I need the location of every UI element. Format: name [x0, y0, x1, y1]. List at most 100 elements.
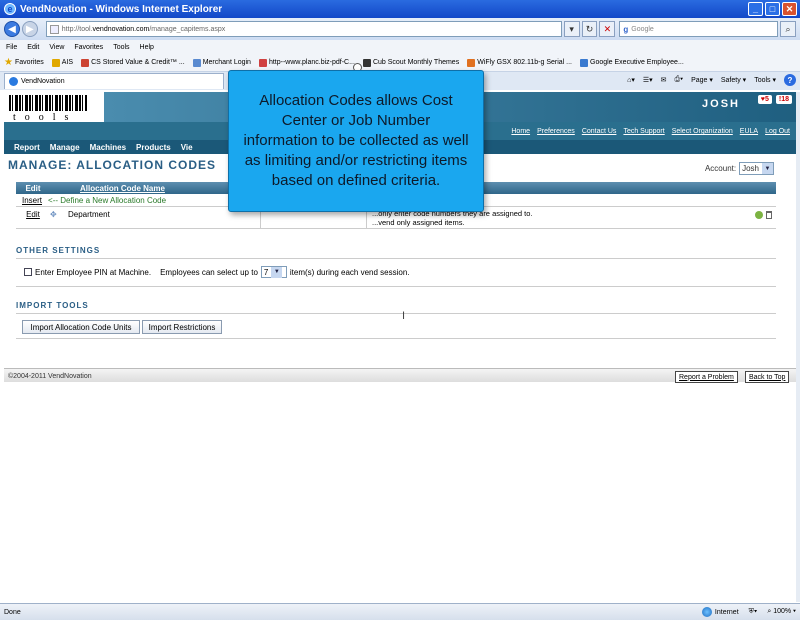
- tools-menu[interactable]: Tools ▾: [754, 76, 776, 84]
- account-selector: Account: Josh ▼: [705, 162, 774, 175]
- menu-help[interactable]: Help: [140, 44, 154, 51]
- menu-file[interactable]: File: [6, 44, 17, 51]
- reorder-icon[interactable]: ✥: [50, 210, 64, 219]
- url-dropdown-icon[interactable]: ▾: [563, 21, 580, 37]
- nav-manage[interactable]: Manage: [50, 143, 80, 152]
- favorite-link[interactable]: Merchant Login: [192, 58, 251, 67]
- browser-window: e VendNovation - Windows Internet Explor…: [0, 0, 800, 620]
- search-input[interactable]: g Google: [619, 21, 779, 37]
- link-tech-support[interactable]: Tech Support: [623, 128, 664, 135]
- address-bar: ◀ ▶ http://tool. vendnovation.com/manage_…: [0, 18, 800, 40]
- print-icon[interactable]: ⎙▾: [675, 76, 684, 84]
- nav-machines[interactable]: Machines: [90, 143, 126, 152]
- section-divider: [16, 258, 776, 259]
- favorite-link[interactable]: CS Stored Value & Credit™ ...: [81, 58, 185, 67]
- favorite-link[interactable]: Cub Scout Monthly Themes: [362, 58, 459, 67]
- report-problem-button[interactable]: Report a Problem: [675, 371, 738, 383]
- star-icon: ★: [4, 57, 13, 68]
- command-bar: ⌂▾ ☰▾ ✉ ⎙▾ Page ▾ Safety ▾ Tools ▾ ?: [627, 74, 796, 86]
- back-button[interactable]: ◀: [4, 21, 20, 37]
- tab-vendnovation[interactable]: VendNovation: [4, 73, 224, 89]
- nav-products[interactable]: Products: [136, 143, 171, 152]
- favorite-icon: [258, 58, 267, 67]
- column-allocation-code-name[interactable]: Allocation Code Name: [50, 184, 250, 193]
- forward-button[interactable]: ▶: [21, 21, 38, 37]
- favorites-button[interactable]: ★ Favorites: [4, 57, 44, 68]
- tutorial-callout: Allocation Codes allows Cost Center or J…: [228, 70, 484, 212]
- favorite-icon: [51, 58, 60, 67]
- alerts-badge[interactable]: !18: [775, 95, 792, 104]
- mail-icon[interactable]: ✉: [661, 76, 667, 84]
- edit-link[interactable]: Edit: [16, 210, 50, 219]
- menu-favorites[interactable]: Favorites: [74, 44, 103, 51]
- stop-icon[interactable]: ✕: [599, 21, 616, 37]
- insert-link[interactable]: Insert: [22, 196, 42, 205]
- menu-view[interactable]: View: [49, 44, 64, 51]
- hearts-badge[interactable]: ♥5: [757, 95, 772, 104]
- safety-menu[interactable]: Safety ▾: [721, 76, 746, 84]
- allocation-code-name: Department: [68, 210, 110, 219]
- back-to-top-button[interactable]: Back to Top: [745, 371, 790, 383]
- chevron-down-icon: ▼: [271, 266, 283, 278]
- import-allocation-code-units-button[interactable]: Import Allocation Code Units: [22, 320, 140, 334]
- home-icon[interactable]: ⌂▾: [627, 76, 635, 84]
- favorite-icon: [580, 58, 588, 67]
- pin-label: Enter Employee PIN at Machine.: [35, 267, 152, 277]
- column-edit: Edit: [25, 183, 41, 193]
- minimize-button[interactable]: _: [748, 2, 763, 16]
- select-suffix: item(s) during each vend session.: [289, 267, 410, 277]
- window-controls: _ □ ✕: [748, 2, 797, 16]
- link-eula[interactable]: EULA: [740, 128, 758, 135]
- chevron-down-icon: ▼: [762, 163, 773, 174]
- title-bar: e VendNovation - Windows Internet Explor…: [0, 0, 800, 18]
- section-divider: [16, 286, 776, 287]
- page-menu[interactable]: Page ▾: [691, 76, 713, 84]
- favorite-link[interactable]: WiFly GSX 802.11b-g Serial ...: [467, 58, 572, 67]
- zone-indicator: Internet: [701, 607, 739, 617]
- zoom-control[interactable]: ⌕ 100% ▾: [767, 608, 796, 616]
- help-icon[interactable]: ?: [784, 74, 796, 86]
- refresh-icon[interactable]: ↻: [581, 21, 598, 37]
- menu-bar: File Edit View Favorites Tools Help: [0, 40, 800, 54]
- link-preferences[interactable]: Preferences: [537, 128, 575, 135]
- import-tools-title: IMPORT TOOLS: [16, 301, 89, 310]
- link-home[interactable]: Home: [511, 128, 530, 135]
- section-divider: [16, 313, 776, 314]
- favorite-icon: [81, 58, 90, 67]
- insert-hint: <-- Define a New Allocation Code: [48, 195, 167, 205]
- protected-mode-icon[interactable]: ⛨▾: [749, 608, 758, 616]
- account-label: Account:: [704, 164, 737, 173]
- import-restrictions-button[interactable]: Import Restrictions: [142, 320, 222, 334]
- maximize-button[interactable]: □: [765, 2, 780, 16]
- link-select-organization[interactable]: Select Organization: [672, 128, 733, 135]
- other-settings-title: OTHER SETTINGS: [16, 246, 101, 255]
- close-button[interactable]: ✕: [782, 2, 797, 16]
- nav-view[interactable]: Vie: [181, 143, 193, 152]
- menu-edit[interactable]: Edit: [27, 44, 39, 51]
- feeds-icon[interactable]: ☰▾: [643, 76, 653, 84]
- ie-icon: [9, 77, 18, 86]
- favorite-link[interactable]: Google Executive Employee...: [580, 58, 684, 67]
- active-icon[interactable]: [755, 211, 763, 219]
- search-icon[interactable]: ⌕: [780, 21, 797, 37]
- copyright: ©2004-2011 VendNovation: [8, 373, 92, 380]
- google-icon: g: [623, 24, 629, 34]
- account-select[interactable]: Josh ▼: [739, 162, 774, 175]
- status-bar: Done Internet ⛨▾ ⌕ 100% ▾: [0, 603, 800, 620]
- select-prefix: Employees can select up to: [160, 267, 258, 277]
- nav-report[interactable]: Report: [14, 143, 40, 152]
- page-title: MANAGE: ALLOCATION CODES: [8, 158, 216, 172]
- link-contact-us[interactable]: Contact Us: [582, 128, 617, 135]
- window-title: VendNovation - Windows Internet Explorer: [20, 3, 223, 15]
- trash-icon[interactable]: [766, 211, 772, 219]
- pin-checkbox[interactable]: [24, 268, 32, 276]
- vertical-scrollbar[interactable]: [796, 92, 800, 602]
- link-log-out[interactable]: Log Out: [765, 128, 790, 135]
- url-input[interactable]: http://tool. vendnovation.com/manage_capi…: [45, 21, 562, 37]
- item-limit-select[interactable]: 7 ▼: [260, 266, 287, 278]
- menu-tools[interactable]: Tools: [113, 44, 129, 51]
- favorite-link[interactable]: AIS: [51, 58, 73, 67]
- ie-icon: e: [4, 3, 16, 15]
- favorite-link[interactable]: http--www.planc.biz-pdf-C...: [258, 58, 355, 67]
- logo[interactable]: tools: [9, 95, 94, 123]
